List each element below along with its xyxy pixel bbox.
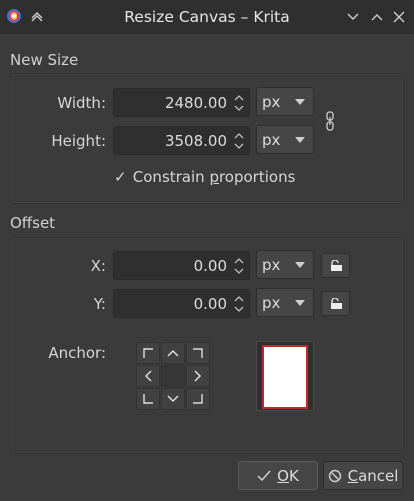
anchor-bottom-left-button[interactable] xyxy=(136,388,160,410)
ok-label-rest: K xyxy=(288,466,299,485)
spin-arrows-icon[interactable] xyxy=(233,293,245,315)
offset-section-label: Offset xyxy=(10,214,56,232)
spin-arrows-icon[interactable] xyxy=(233,255,245,277)
anchor-bottom-button[interactable] xyxy=(161,388,185,410)
dropdown-arrow-icon xyxy=(295,300,305,306)
anchor-right-button[interactable] xyxy=(186,365,210,387)
cancel-label-mnemonic: C xyxy=(347,466,359,485)
aspect-link-chain-icon[interactable] xyxy=(325,111,335,131)
x-spinbox[interactable]: 0.00 xyxy=(113,251,250,280)
cancel-label: Cancel xyxy=(348,467,399,485)
x-lock-button[interactable] xyxy=(321,253,350,278)
cancel-label-rest: ancel xyxy=(358,466,399,485)
y-unit-select[interactable]: px xyxy=(256,288,314,317)
constrain-label-end: roportions xyxy=(218,168,296,186)
constrain-proportions-checkbox[interactable]: ✓ Constrain proportions xyxy=(114,168,295,186)
width-spinbox[interactable]: 2480.00 xyxy=(113,88,250,117)
anchor-bottom-right-button[interactable] xyxy=(186,388,210,410)
height-value[interactable]: 3508.00 xyxy=(165,132,227,150)
anchor-label: Anchor: xyxy=(48,344,106,362)
anchor-top-button[interactable] xyxy=(161,342,185,364)
spin-arrows-icon[interactable] xyxy=(233,130,245,152)
dropdown-arrow-icon xyxy=(295,137,305,143)
new-size-section-label: New Size xyxy=(10,51,79,69)
title-bar: Resize Canvas – Krita xyxy=(0,0,414,34)
anchor-left-button[interactable] xyxy=(136,365,160,387)
y-label: Y: xyxy=(93,295,106,313)
height-unit-value: px xyxy=(262,131,281,149)
ok-label-mnemonic: O xyxy=(277,466,289,485)
x-unit-select[interactable]: px xyxy=(256,250,314,279)
x-value[interactable]: 0.00 xyxy=(194,257,227,275)
ok-label: OK xyxy=(277,467,299,485)
close-icon[interactable] xyxy=(389,7,409,27)
corner-top-right-icon xyxy=(193,348,203,358)
cancel-button[interactable]: Cancel xyxy=(323,461,403,490)
anchor-top-left-button[interactable] xyxy=(136,342,160,364)
chevron-right-icon xyxy=(194,370,202,382)
y-unit-value: px xyxy=(262,294,281,312)
width-label: Width: xyxy=(57,94,106,112)
width-value[interactable]: 2480.00 xyxy=(165,94,227,112)
anchor-center-button[interactable] xyxy=(161,365,185,387)
y-value[interactable]: 0.00 xyxy=(194,295,227,313)
y-lock-button[interactable] xyxy=(321,291,350,316)
minimize-icon[interactable] xyxy=(343,7,363,27)
checkmark-icon xyxy=(257,470,271,481)
anchor-top-right-button[interactable] xyxy=(186,342,210,364)
width-unit-select[interactable]: px xyxy=(256,87,314,116)
constrain-label-start: Constrain xyxy=(132,168,210,186)
unlocked-padlock-icon xyxy=(330,259,342,271)
corner-top-left-icon xyxy=(143,348,153,358)
height-spinbox[interactable]: 3508.00 xyxy=(113,126,250,155)
canvas-preview xyxy=(256,341,314,411)
constrain-label-mnemonic: p xyxy=(209,168,219,186)
x-label: X: xyxy=(90,257,106,275)
unlocked-padlock-icon xyxy=(330,297,342,309)
corner-bottom-right-icon xyxy=(193,394,203,404)
canvas-preview-page xyxy=(262,345,308,409)
x-unit-value: px xyxy=(262,256,281,274)
width-unit-value: px xyxy=(262,93,281,111)
dropdown-arrow-icon xyxy=(295,99,305,105)
cancel-icon xyxy=(328,469,341,482)
y-spinbox[interactable]: 0.00 xyxy=(113,289,250,318)
maximize-icon[interactable] xyxy=(367,7,387,27)
checkmark-icon: ✓ xyxy=(114,168,127,186)
dropdown-arrow-icon xyxy=(295,262,305,268)
ok-button[interactable]: OK xyxy=(238,461,318,490)
corner-bottom-left-icon xyxy=(143,394,153,404)
chevron-down-icon xyxy=(167,395,179,403)
height-unit-select[interactable]: px xyxy=(256,125,314,154)
chevron-left-icon xyxy=(144,370,152,382)
height-label: Height: xyxy=(51,132,106,150)
spin-arrows-icon[interactable] xyxy=(233,92,245,114)
chevron-up-icon xyxy=(167,349,179,357)
anchor-grid xyxy=(136,342,211,412)
